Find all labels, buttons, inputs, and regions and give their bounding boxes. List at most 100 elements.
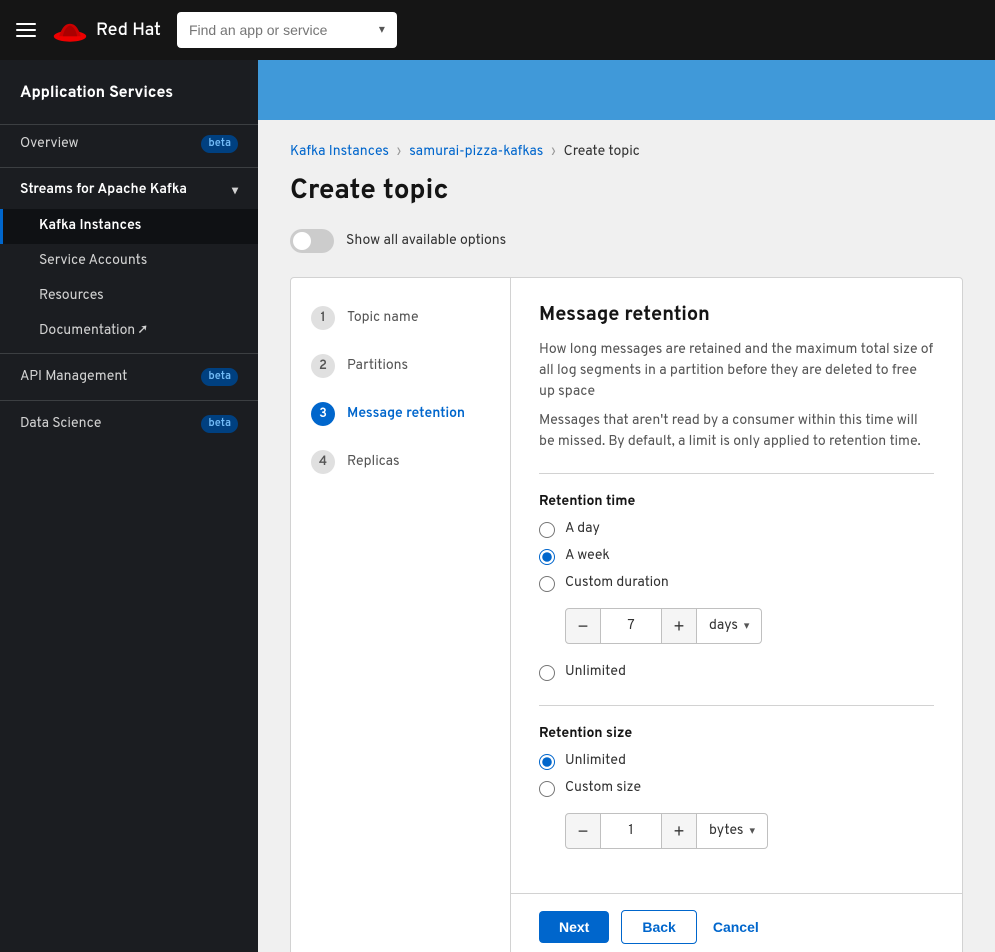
- step-3-label: Message retention: [347, 406, 465, 423]
- sidebar-sub-items-kafka: Kafka Instances Service Accounts Resourc…: [0, 209, 258, 349]
- retention-time-label: Retention time: [539, 494, 934, 511]
- step-4-replicas[interactable]: 4 Replicas: [291, 438, 510, 486]
- breadcrumb: Kafka Instances › samurai-pizza-kafkas ›…: [290, 144, 963, 161]
- breadcrumb-kafka-instances[interactable]: Kafka Instances: [290, 144, 389, 161]
- next-button[interactable]: Next: [539, 911, 609, 943]
- step-4-number: 4: [311, 450, 335, 474]
- retention-size-stepper: − 1 + bytes ▾: [565, 813, 934, 849]
- api-management-beta-badge: beta: [201, 368, 238, 386]
- search-input[interactable]: [189, 22, 373, 38]
- topnav: Red Hat ▾: [0, 0, 995, 60]
- step-4-label: Replicas: [347, 454, 400, 471]
- sidebar-item-resources[interactable]: Resources: [0, 279, 258, 314]
- hamburger-menu-button[interactable]: [16, 20, 36, 40]
- retention-size-custom-option[interactable]: Custom size: [539, 780, 934, 797]
- retention-time-day-option[interactable]: A day: [539, 521, 934, 538]
- retention-time-day-label: A day: [565, 521, 600, 538]
- back-button[interactable]: Back: [621, 910, 696, 944]
- sidebar-divider-2: [0, 353, 258, 354]
- sidebar-item-streams-kafka[interactable]: Streams for Apache Kafka ▾: [0, 172, 258, 209]
- section-divider-2: [539, 705, 934, 706]
- sidebar-item-documentation[interactable]: Documentation ↗: [0, 314, 258, 349]
- breadcrumb-sep-1: ›: [397, 144, 401, 161]
- retention-size-increment-button[interactable]: +: [661, 813, 697, 849]
- retention-size-custom-label: Custom size: [565, 780, 641, 797]
- step-content: Message retention How long messages are …: [511, 278, 962, 893]
- sidebar-kafka-instances-label: Kafka Instances: [39, 218, 141, 235]
- retention-time-week-label: A week: [565, 548, 610, 565]
- cancel-button[interactable]: Cancel: [709, 911, 763, 943]
- sidebar-item-kafka-instances[interactable]: Kafka Instances: [0, 209, 258, 244]
- step-nav: 1 Topic name 2 Partitions 3 Message rete…: [291, 278, 511, 952]
- sidebar-data-science-label: Data Science: [20, 416, 101, 433]
- sidebar-resources-label: Resources: [39, 288, 104, 305]
- retention-size-unit-selector[interactable]: bytes ▾: [697, 813, 768, 849]
- show-all-options-toggle[interactable]: [290, 229, 334, 253]
- sidebar-service-accounts-label: Service Accounts: [39, 253, 147, 270]
- sidebar-divider-1: [0, 167, 258, 168]
- section-divider: [539, 473, 934, 474]
- content-inner: Kafka Instances › samurai-pizza-kafkas ›…: [258, 120, 995, 952]
- step-content-title: Message retention: [539, 302, 934, 328]
- sidebar-documentation-label: Documentation ↗: [39, 323, 147, 340]
- sidebar: Application Services Overview beta Strea…: [0, 60, 258, 952]
- sidebar-item-api-management[interactable]: API Management beta: [0, 358, 258, 396]
- retention-size-unit-label: bytes: [709, 823, 743, 840]
- step-3-number: 3: [311, 402, 335, 426]
- sidebar-item-overview-label: Overview: [20, 136, 79, 153]
- sidebar-streams-kafka-label: Streams for Apache Kafka: [20, 182, 187, 199]
- app-search-bar[interactable]: ▾: [177, 12, 397, 48]
- page-title: Create topic: [290, 173, 963, 209]
- wizard-footer: Next Back Cancel: [511, 893, 962, 952]
- step-1-label: Topic name: [347, 310, 419, 327]
- main-layout: Application Services Overview beta Strea…: [0, 60, 995, 952]
- sidebar-api-management-label: API Management: [20, 369, 127, 386]
- sidebar-item-data-science[interactable]: Data Science beta: [0, 405, 258, 443]
- chevron-down-icon: ▾: [744, 619, 750, 634]
- breadcrumb-kafka-name[interactable]: samurai-pizza-kafkas: [409, 144, 543, 161]
- retention-time-decrement-button[interactable]: −: [565, 608, 601, 644]
- step-3-message-retention[interactable]: 3 Message retention: [291, 390, 510, 438]
- step-2-number: 2: [311, 354, 335, 378]
- retention-time-custom-label: Custom duration: [565, 575, 669, 592]
- chevron-down-icon: ▾: [379, 22, 385, 38]
- sidebar-app-title: Application Services: [0, 60, 258, 125]
- retention-time-week-option[interactable]: A week: [539, 548, 934, 565]
- data-science-beta-badge: beta: [201, 415, 238, 433]
- brand-logo: Red Hat: [52, 16, 161, 44]
- chevron-down-icon: ▾: [749, 824, 755, 839]
- retention-size-unlimited-option[interactable]: Unlimited: [539, 753, 934, 770]
- retention-time-stepper: − 7 + days ▾: [565, 608, 934, 644]
- step-1-number: 1: [311, 306, 335, 330]
- sidebar-item-overview[interactable]: Overview beta: [0, 125, 258, 163]
- step-content-description: How long messages are retained and the m…: [539, 340, 934, 403]
- breadcrumb-create-topic: Create topic: [564, 144, 640, 161]
- blue-banner: [258, 60, 995, 120]
- retention-size-unlimited-label: Unlimited: [565, 753, 626, 770]
- chevron-down-icon: ▾: [232, 183, 238, 199]
- retention-size-decrement-button[interactable]: −: [565, 813, 601, 849]
- retention-time-unlimited-group: Unlimited: [539, 664, 934, 681]
- retention-time-custom-option[interactable]: Custom duration: [539, 575, 934, 592]
- content-area: Kafka Instances › samurai-pizza-kafkas ›…: [258, 60, 995, 952]
- brand-name: Red Hat: [96, 19, 161, 42]
- retention-time-unit-label: days: [709, 618, 738, 635]
- retention-time-increment-button[interactable]: +: [661, 608, 697, 644]
- toggle-label: Show all available options: [346, 233, 506, 250]
- sidebar-divider-3: [0, 400, 258, 401]
- retention-size-label: Retention size: [539, 726, 934, 743]
- redhat-logo-icon: [52, 16, 88, 44]
- step-1-topic-name[interactable]: 1 Topic name: [291, 294, 510, 342]
- sidebar-item-service-accounts[interactable]: Service Accounts: [0, 244, 258, 279]
- step-content-note: Messages that aren't read by a consumer …: [539, 411, 934, 453]
- toggle-row: Show all available options: [290, 229, 963, 253]
- overview-beta-badge: beta: [201, 135, 238, 153]
- retention-time-value: 7: [601, 608, 661, 644]
- retention-size-radio-group: Unlimited Custom size: [539, 753, 934, 797]
- retention-time-unit-selector[interactable]: days ▾: [697, 608, 762, 644]
- retention-time-radio-group: A day A week Custom duration: [539, 521, 934, 592]
- step-2-partitions[interactable]: 2 Partitions: [291, 342, 510, 390]
- retention-time-unlimited-option[interactable]: Unlimited: [539, 664, 934, 681]
- breadcrumb-sep-2: ›: [551, 144, 555, 161]
- wizard-container: 1 Topic name 2 Partitions 3 Message rete…: [290, 277, 963, 952]
